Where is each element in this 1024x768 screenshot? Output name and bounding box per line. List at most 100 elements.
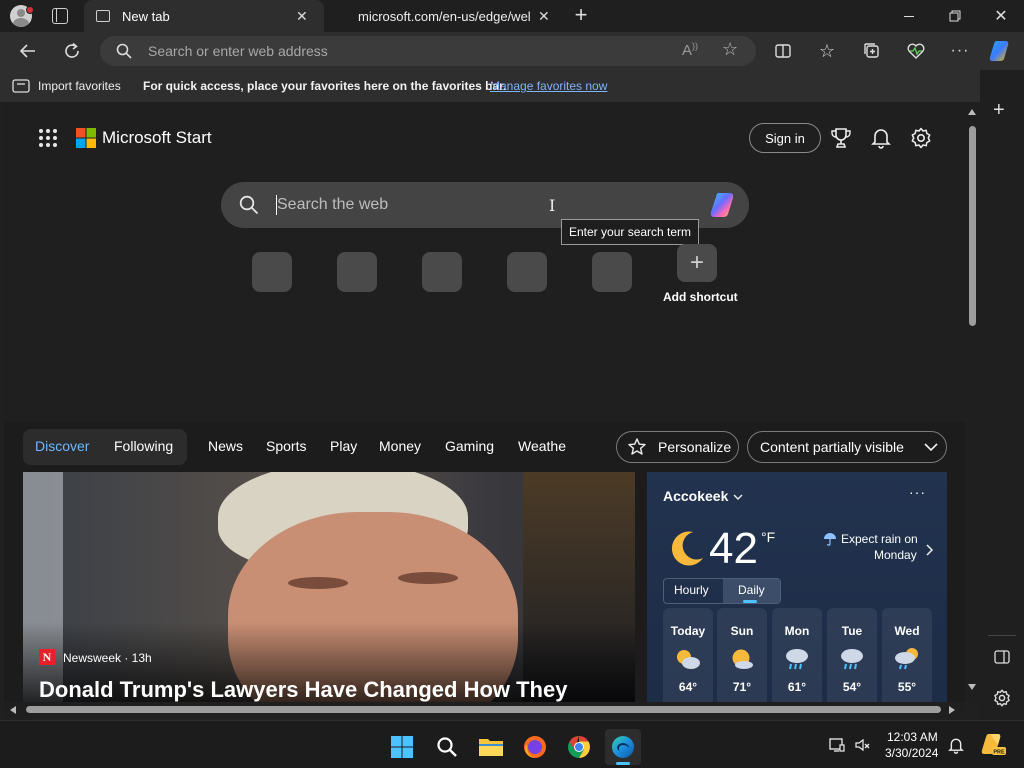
temperature-unit[interactable]: °F xyxy=(761,529,775,545)
sign-in-button[interactable]: Sign in xyxy=(749,123,821,153)
scroll-thumb[interactable] xyxy=(969,126,976,326)
app-launcher-icon[interactable] xyxy=(38,128,58,148)
tab-discover[interactable]: Discover xyxy=(35,438,89,454)
category-sports[interactable]: Sports xyxy=(266,438,306,454)
collections-icon[interactable] xyxy=(857,36,887,66)
forecast-day[interactable]: Mon 61° xyxy=(772,608,822,702)
weather-alert-line1[interactable]: Expect rain on xyxy=(841,532,918,546)
personalize-label: Personalize xyxy=(658,439,732,455)
close-tab-icon[interactable]: ✕ xyxy=(538,8,550,25)
notifications-bell-icon[interactable] xyxy=(871,127,891,149)
tab-actions-icon[interactable] xyxy=(52,8,68,24)
close-tab-icon[interactable]: ✕ xyxy=(296,8,308,25)
content-visibility-dropdown[interactable]: Content partially visible xyxy=(747,431,947,463)
edge-sidebar: + xyxy=(980,70,1024,720)
copilot-pre-icon[interactable]: PRE xyxy=(980,733,1006,757)
favorite-star-icon[interactable]: ☆ xyxy=(722,39,738,60)
horizontal-scrollbar[interactable] xyxy=(4,702,965,718)
more-options-icon[interactable]: ··· xyxy=(945,36,975,66)
split-screen-icon[interactable] xyxy=(768,36,798,66)
manage-favorites-link[interactable]: Manage favorites now xyxy=(490,79,607,93)
favorites-icon[interactable]: ☆ xyxy=(812,36,842,66)
tab-hourly[interactable]: Hourly xyxy=(674,583,709,597)
minimize-window-button[interactable] xyxy=(886,0,932,32)
sign-in-label: Sign in xyxy=(765,130,805,146)
back-button[interactable] xyxy=(13,36,43,66)
address-bar[interactable]: Search or enter web address A)) ☆ xyxy=(100,36,756,66)
settings-gear-icon[interactable] xyxy=(910,127,932,149)
partly-sunny-icon xyxy=(677,650,700,669)
category-news[interactable]: News xyxy=(208,438,243,454)
forecast-day-temp: 61° xyxy=(787,680,807,694)
rewards-trophy-icon[interactable] xyxy=(831,127,851,149)
tab-edge-welcome[interactable]: microsoft.com/en-us/edge/welc ✕ xyxy=(330,0,562,32)
forecast-day[interactable]: Wed 55° xyxy=(882,608,932,702)
new-tab-plus-icon[interactable]: + xyxy=(570,4,592,26)
copilot-search-icon[interactable] xyxy=(709,191,739,219)
taskbar-time[interactable]: 12:03 AM xyxy=(887,730,938,744)
tab-new-tab[interactable]: New tab ✕ xyxy=(84,0,324,32)
new-tab-page: Microsoft Start Sign in Search the web I… xyxy=(4,104,965,702)
restore-window-button[interactable] xyxy=(932,0,978,32)
tab-strip: New tab ✕ microsoft.com/en-us/edge/welc … xyxy=(0,0,1024,32)
chevron-right-icon[interactable] xyxy=(926,544,934,556)
import-favorites-button[interactable]: Import favorites xyxy=(12,77,121,95)
notification-bell-icon[interactable] xyxy=(948,737,964,754)
weather-card[interactable]: Accokeek ··· 42 °F Expect rain on Monday… xyxy=(647,472,947,702)
start-windows-icon[interactable] xyxy=(384,729,420,765)
forecast-day[interactable]: Sun 71° xyxy=(717,608,767,702)
scroll-left-arrow[interactable] xyxy=(10,706,16,714)
firefox-icon[interactable] xyxy=(517,729,553,765)
file-explorer-icon[interactable] xyxy=(473,729,509,765)
copilot-icon[interactable] xyxy=(986,36,1016,66)
read-aloud-icon[interactable]: A)) xyxy=(682,41,698,59)
taskbar-date[interactable]: 3/30/2024 xyxy=(885,746,938,760)
edge-icon[interactable] xyxy=(605,729,641,765)
search-tooltip: Enter your search term xyxy=(561,219,700,245)
edge-active-indicator xyxy=(616,762,630,765)
import-icon xyxy=(12,79,30,93)
weather-alert-line2[interactable]: Monday xyxy=(874,548,917,562)
more-options-icon[interactable]: ··· xyxy=(909,484,926,500)
browser-essentials-icon[interactable] xyxy=(901,36,931,66)
tab-following[interactable]: Following xyxy=(114,438,173,454)
scroll-right-arrow[interactable] xyxy=(949,706,955,714)
personalize-button[interactable]: Personalize xyxy=(616,431,739,463)
news-card[interactable]: N Newsweek · 13h Donald Trump's Lawyers … xyxy=(23,472,635,702)
scroll-thumb[interactable] xyxy=(26,706,941,713)
network-status-icon[interactable] xyxy=(854,737,870,753)
shortcut-tile[interactable] xyxy=(507,252,547,292)
scroll-down-arrow[interactable] xyxy=(968,684,976,690)
add-shortcut-button[interactable]: + xyxy=(677,244,717,282)
vertical-scrollbar[interactable] xyxy=(965,104,980,702)
shortcut-tile[interactable] xyxy=(422,252,462,292)
article-headline[interactable]: Donald Trump's Lawyers Have Changed How … xyxy=(39,677,567,702)
shortcut-tile[interactable] xyxy=(592,252,632,292)
refresh-button[interactable] xyxy=(57,36,87,66)
chevron-down-icon xyxy=(924,443,938,452)
brand-title[interactable]: Microsoft Start xyxy=(102,128,212,148)
display-settings-icon[interactable] xyxy=(829,737,845,753)
web-search-input[interactable]: Search the web xyxy=(277,196,388,214)
taskbar-search-icon[interactable] xyxy=(429,729,465,765)
category-money[interactable]: Money xyxy=(379,438,421,454)
tab-daily[interactable]: Daily xyxy=(738,583,765,597)
scroll-up-arrow[interactable] xyxy=(968,109,976,115)
shortcut-tile[interactable] xyxy=(252,252,292,292)
category-play[interactable]: Play xyxy=(330,438,357,454)
favorites-bar: Import favorites For quick access, place… xyxy=(0,70,1024,102)
sidebar-settings-gear-icon[interactable] xyxy=(993,689,1011,707)
close-window-button[interactable]: ✕ xyxy=(978,0,1024,32)
forecast-day[interactable]: Today 64° xyxy=(663,608,713,702)
hide-sidebar-icon[interactable] xyxy=(994,650,1010,664)
weather-location[interactable]: Accokeek xyxy=(663,488,728,504)
category-weather[interactable]: Weathe xyxy=(518,438,566,454)
address-input[interactable]: Search or enter web address xyxy=(148,43,328,59)
chevron-down-icon[interactable] xyxy=(733,494,743,502)
rain-icon xyxy=(786,649,808,670)
add-sidebar-app-icon[interactable]: + xyxy=(993,100,1005,120)
forecast-day[interactable]: Tue 54° xyxy=(827,608,877,702)
shortcut-tile[interactable] xyxy=(337,252,377,292)
chrome-icon[interactable] xyxy=(561,729,597,765)
category-gaming[interactable]: Gaming xyxy=(445,438,494,454)
